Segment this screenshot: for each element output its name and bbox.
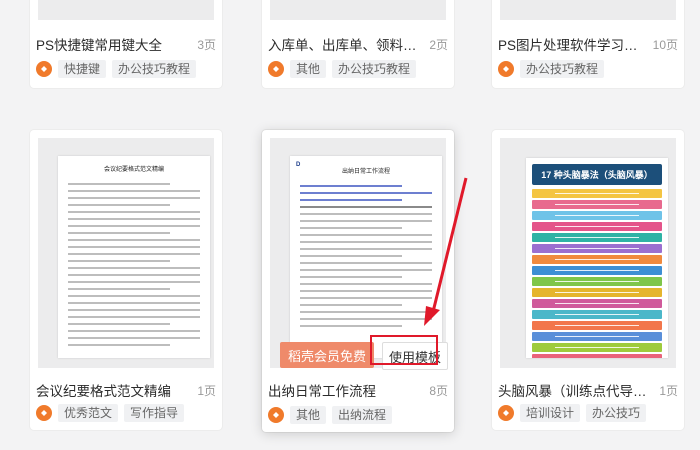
annotation-arrow-icon <box>424 177 468 326</box>
